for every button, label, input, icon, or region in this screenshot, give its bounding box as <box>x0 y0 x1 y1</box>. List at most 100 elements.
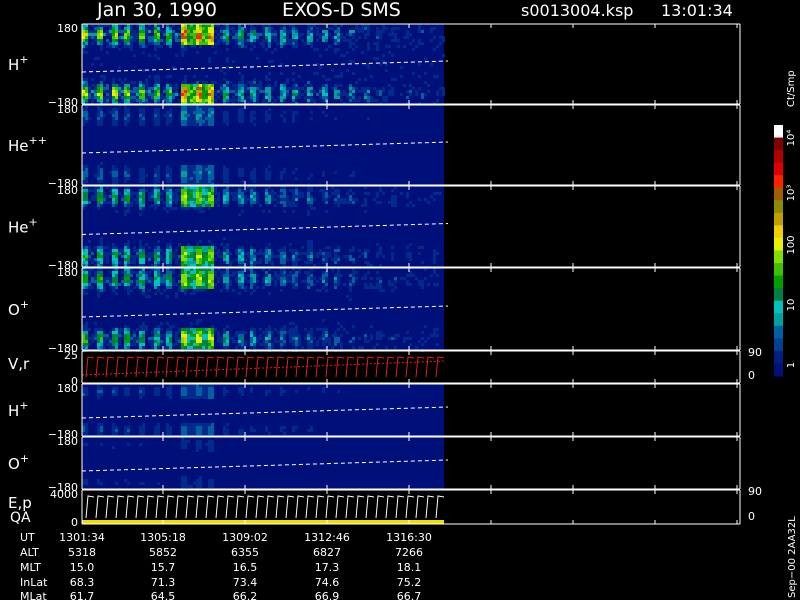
panel-Hp: H+180−180 <box>8 22 741 109</box>
panel-Op2: O+180−180 <box>8 435 741 494</box>
y-top-label: 180 <box>57 103 78 116</box>
panel-label: He++ <box>8 134 47 155</box>
footer-cell: 64.5 <box>151 590 176 600</box>
footer-cell: 7266 <box>395 546 423 559</box>
panel-label: H+ <box>8 53 29 74</box>
footer-cell: 71.3 <box>151 576 176 589</box>
y-top-label: 180 <box>57 22 78 35</box>
colorbar-swatch <box>774 363 783 377</box>
footer-cell: 75.2 <box>397 576 422 589</box>
colorbar-swatch <box>774 275 783 289</box>
footer-cell: 66.9 <box>315 590 340 600</box>
footer-row-label: InLat <box>20 576 48 589</box>
footer-cell: 6827 <box>313 546 341 559</box>
panel-label: H+ <box>8 399 29 420</box>
colorbar-swatch <box>774 150 783 164</box>
colorbar-swatch <box>774 263 783 277</box>
right-bottom-label: 0 <box>748 510 755 523</box>
footer-cell: 15.7 <box>151 561 176 574</box>
footer-row-label: UT <box>20 531 35 544</box>
colorbar-swatch <box>774 250 783 264</box>
y-top-label: 4000 <box>50 488 78 501</box>
panel-Hepp: He++180−180 <box>8 103 741 190</box>
colorbar: 10⁴ 10³ 100 10 1 <box>774 125 797 377</box>
spectrogram-background <box>82 105 444 185</box>
header-file: s0013004.ksp <box>521 1 633 20</box>
header-date: Jan 30, 1990 <box>96 0 217 21</box>
panel-Hp2: H+180−180 <box>8 382 741 441</box>
colorbar-swatch <box>774 200 783 214</box>
footer-cell: 1301:34 <box>59 531 105 544</box>
y-top-label: 180 <box>57 382 78 395</box>
colorbar-swatch <box>774 137 783 151</box>
colorbar-tick-label: 10⁴ <box>786 130 797 147</box>
footer-cell: 17.3 <box>315 561 340 574</box>
colorbar-tick-label: 1 <box>786 362 797 368</box>
y-bottom-label: 0 <box>71 516 78 529</box>
colorbar-unit: Ct/Smp <box>786 70 797 107</box>
plot-stage: Jan 30, 1990 EXOS-D SMS s0013004.ksp 13:… <box>0 0 800 600</box>
colorbar-tick-label: 10³ <box>786 185 797 202</box>
colorbar-swatch <box>774 212 783 226</box>
panel-label: O+ <box>8 298 29 319</box>
footer-cell: 1312:46 <box>304 531 350 544</box>
y-top-label: 180 <box>57 184 78 197</box>
footer-table: UT ALT MLT InLatMLat 1301:34 5318 15.0 68.361.7… <box>20 531 432 600</box>
colorbar-swatch <box>774 225 783 239</box>
footer-row-label: ALT <box>20 546 39 559</box>
y-top-label: 25 <box>64 349 78 362</box>
energy-trace <box>82 495 445 524</box>
colorbar-tick-label: 100 <box>786 235 797 254</box>
panel-label: V,r <box>8 355 30 373</box>
colorbar-swatch <box>774 300 783 314</box>
footer-row-label: MLT <box>20 561 41 574</box>
footer-cell: 1305:18 <box>140 531 186 544</box>
colorbar-tick-label: 10 <box>786 299 797 312</box>
panel-Op: O+180−180 <box>8 266 741 355</box>
colorbar-swatch <box>774 338 783 352</box>
y-top-label: 180 <box>57 435 78 448</box>
panel-Vr: V,r 250900 <box>8 346 762 388</box>
header-time: 13:01:34 <box>661 1 733 20</box>
spectrogram-background <box>82 384 444 436</box>
spectrogram-figure: Jan 30, 1990 EXOS-D SMS s0013004.ksp 13:… <box>8 0 798 600</box>
footer-cell: 66.7 <box>397 590 422 600</box>
y-top-label: 180 <box>57 266 78 279</box>
colorbar-swatch <box>774 313 783 327</box>
qa-bar <box>82 520 444 524</box>
footer-cell: 1316:30 <box>386 531 432 544</box>
colorbar-swatch <box>774 350 783 364</box>
panel-Hep: He+180−180 <box>8 184 741 272</box>
colorbar-swatch <box>774 187 783 201</box>
footer-cell: 5852 <box>149 546 177 559</box>
panels-group: H+180−180He++180−180He+180−180O+180−180V… <box>8 22 762 529</box>
colorbar-swatch <box>774 325 783 339</box>
footer-cell: 61.7 <box>70 590 95 600</box>
velocity-trace <box>81 356 445 378</box>
panel-label: He+ <box>8 216 38 237</box>
footer-cell: 5318 <box>68 546 96 559</box>
footer-cell: 68.3 <box>70 576 95 589</box>
colorbar-swatch <box>774 237 783 251</box>
footer-row-label: MLat <box>20 590 47 600</box>
footer-cell: 6355 <box>231 546 259 559</box>
panel-label: O+ <box>8 452 29 473</box>
footer-stamp: Sep−00 2AA32L <box>787 516 798 598</box>
right-top-label: 90 <box>748 485 762 498</box>
footer-cell: 18.1 <box>397 561 422 574</box>
right-bottom-label: 0 <box>748 369 755 382</box>
footer-cell: 1309:02 <box>222 531 268 544</box>
footer-cell: 73.4 <box>233 576 258 589</box>
right-top-label: 90 <box>748 346 762 359</box>
footer-cell: 15.0 <box>70 561 95 574</box>
colorbar-swatch <box>774 175 783 189</box>
panel-label-2: QA <box>10 510 31 526</box>
colorbar-swatch <box>774 125 783 139</box>
spectrogram-background <box>82 437 444 489</box>
header-instrument: EXOS-D SMS <box>282 0 401 21</box>
colorbar-swatch <box>774 288 783 302</box>
footer-cell: 66.2 <box>233 590 258 600</box>
footer-cell: 16.5 <box>233 561 258 574</box>
footer-cell: 74.6 <box>315 576 340 589</box>
panel-Ep: E,pQA40000900 <box>8 485 762 529</box>
